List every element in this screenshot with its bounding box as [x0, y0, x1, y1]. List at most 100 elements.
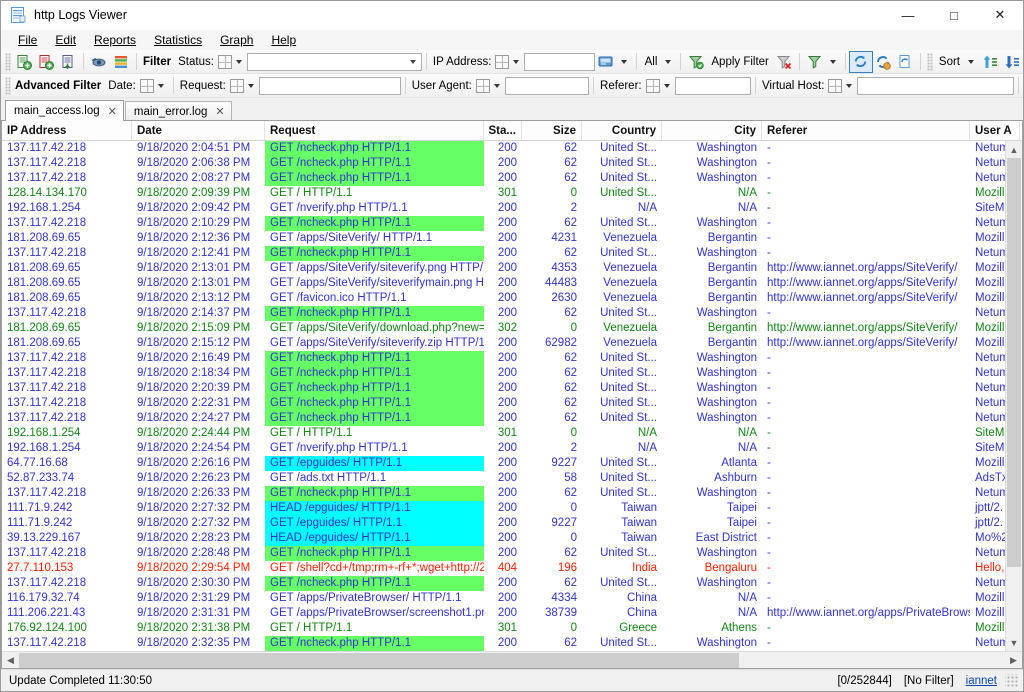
menu-reports[interactable]: Reports	[85, 31, 145, 49]
column-header-city[interactable]: City	[662, 121, 762, 140]
sort-ascending-icon[interactable]	[979, 52, 1001, 72]
request-filter-picker[interactable]	[230, 79, 259, 93]
table-row[interactable]: 181.208.69.659/18/2020 2:15:09 PMGET /ap…	[2, 321, 1022, 336]
date-filter-picker[interactable]	[140, 79, 169, 93]
sort-label[interactable]: Sort	[939, 56, 960, 68]
open-log-icon[interactable]	[13, 52, 35, 72]
filter-options-icon[interactable]	[804, 52, 826, 72]
column-header-referer[interactable]: Referer	[762, 121, 970, 140]
column-header-ip[interactable]: IP Address	[2, 121, 132, 140]
table-row[interactable]: 111.71.9.2429/18/2020 2:27:32 PMGET /epg…	[2, 516, 1022, 531]
status-filter-combo[interactable]	[247, 53, 422, 71]
scroll-down-icon[interactable]: ▼	[1006, 634, 1022, 651]
clear-filter-icon[interactable]	[773, 52, 795, 72]
maximize-button[interactable]: □	[931, 1, 977, 30]
virtual-host-filter-input[interactable]	[857, 77, 1014, 95]
table-row[interactable]: 137.117.42.2189/18/2020 2:10:29 PMGET /n…	[2, 216, 1022, 231]
auto-refresh-icon[interactable]	[872, 52, 894, 72]
table-row[interactable]: 137.117.42.2189/18/2020 2:08:27 PMGET /n…	[2, 171, 1022, 186]
table-row[interactable]: 137.117.42.2189/18/2020 2:20:39 PMGET /n…	[2, 381, 1022, 396]
table-row[interactable]: 181.208.69.659/18/2020 2:15:12 PMGET /ap…	[2, 336, 1022, 351]
status-grid-icon[interactable]	[110, 52, 132, 72]
scroll-left-icon[interactable]: ◀	[2, 652, 19, 669]
all-filter-label[interactable]: All	[645, 56, 658, 68]
column-header-country[interactable]: Country	[582, 121, 662, 140]
user-agent-filter-picker[interactable]	[476, 79, 505, 93]
tab-main-error-log[interactable]: main_error.log ✕	[125, 101, 232, 121]
table-row[interactable]: 137.117.42.2189/18/2020 2:18:34 PMGET /n…	[2, 366, 1022, 381]
table-row[interactable]: 137.117.42.2189/18/2020 2:04:51 PMGET /n…	[2, 141, 1022, 156]
ip-filter-picker[interactable]	[495, 55, 524, 69]
close-log-icon[interactable]	[35, 52, 57, 72]
table-row[interactable]: 111.206.221.439/18/2020 2:31:31 PMGET /a…	[2, 606, 1022, 621]
table-row[interactable]: 176.92.124.1009/18/2020 2:31:38 PMGET / …	[2, 621, 1022, 636]
scroll-right-icon[interactable]: ▶	[1005, 652, 1022, 669]
apply-filter-label[interactable]: Apply Filter	[711, 56, 769, 68]
table-row[interactable]: 137.117.42.2189/18/2020 2:28:48 PMGET /n…	[2, 546, 1022, 561]
table-row[interactable]: 137.117.42.2189/18/2020 2:24:27 PMGET /n…	[2, 411, 1022, 426]
close-button[interactable]: ✕	[977, 1, 1023, 30]
close-icon[interactable]: ✕	[108, 105, 117, 118]
table-row[interactable]: 181.208.69.659/18/2020 2:13:01 PMGET /ap…	[2, 276, 1022, 291]
column-header-date[interactable]: Date	[132, 121, 265, 140]
column-header-status[interactable]: Sta...	[484, 121, 522, 140]
minimize-button[interactable]: —	[885, 1, 931, 30]
chevron-down-icon[interactable]	[968, 60, 974, 64]
chevron-down-icon[interactable]	[621, 60, 627, 64]
request-filter-input[interactable]	[259, 77, 401, 95]
ip-lookup-icon[interactable]	[595, 52, 617, 72]
chevron-down-icon[interactable]	[830, 60, 836, 64]
table-row[interactable]: 137.117.42.2189/18/2020 2:06:38 PMGET /n…	[2, 156, 1022, 171]
horizontal-scroll-track[interactable]	[19, 652, 1005, 669]
save-log-icon[interactable]	[57, 52, 79, 72]
table-row[interactable]: 192.168.1.2549/18/2020 2:09:42 PMGET /nv…	[2, 201, 1022, 216]
toolbar-grip-2[interactable]	[927, 53, 933, 71]
horizontal-scroll-thumb[interactable]	[19, 653, 739, 668]
view-icon[interactable]	[88, 52, 110, 72]
scroll-up-icon[interactable]: ▲	[1006, 141, 1022, 158]
table-row[interactable]: 181.208.69.659/18/2020 2:13:12 PMGET /fa…	[2, 291, 1022, 306]
close-icon[interactable]: ✕	[215, 105, 224, 118]
menu-edit[interactable]: Edit	[46, 31, 85, 49]
table-row[interactable]: 192.168.1.2549/18/2020 2:24:54 PMGET /nv…	[2, 441, 1022, 456]
table-row[interactable]: 137.117.42.2189/18/2020 2:30:30 PMGET /n…	[2, 576, 1022, 591]
table-row[interactable]: 116.179.32.749/18/2020 2:31:29 PMGET /ap…	[2, 591, 1022, 606]
menu-statistics[interactable]: Statistics	[145, 31, 211, 49]
tab-main-access-log[interactable]: main_access.log ✕	[5, 100, 124, 121]
reload-icon[interactable]	[894, 52, 916, 72]
column-header-agent[interactable]: User A	[970, 121, 1020, 140]
status-host-link[interactable]: iannet	[960, 675, 1003, 687]
table-row[interactable]: 39.13.229.1679/18/2020 2:28:23 PMHEAD /e…	[2, 531, 1022, 546]
table-row[interactable]: 181.208.69.659/18/2020 2:12:36 PMGET /ap…	[2, 231, 1022, 246]
table-row[interactable]: 137.117.42.2189/18/2020 2:22:31 PMGET /n…	[2, 396, 1022, 411]
ip-filter-combo[interactable]	[524, 53, 594, 71]
table-row[interactable]: 128.14.134.1709/18/2020 2:09:39 PMGET / …	[2, 186, 1022, 201]
vertical-scrollbar[interactable]: ▲ ▼	[1005, 141, 1022, 651]
menu-graph[interactable]: Graph	[211, 31, 262, 49]
toolbar-grip-3[interactable]	[5, 77, 11, 95]
table-row[interactable]: 137.117.42.2189/18/2020 2:16:49 PMGET /n…	[2, 351, 1022, 366]
chevron-down-icon[interactable]	[665, 60, 671, 64]
table-row[interactable]: 111.71.9.2429/18/2020 2:27:32 PMHEAD /ep…	[2, 501, 1022, 516]
table-row[interactable]: 137.117.42.2189/18/2020 2:32:35 PMGET /n…	[2, 636, 1022, 651]
vertical-scroll-track[interactable]	[1006, 158, 1022, 634]
table-row[interactable]: 192.168.1.2549/18/2020 2:24:44 PMGET / H…	[2, 426, 1022, 441]
user-agent-filter-input[interactable]	[505, 77, 589, 95]
vertical-scroll-thumb[interactable]	[1007, 158, 1021, 567]
resize-gripper[interactable]	[1005, 674, 1019, 688]
table-row[interactable]: 137.117.42.2189/18/2020 2:12:41 PMGET /n…	[2, 246, 1022, 261]
status-filter-picker[interactable]	[218, 55, 247, 69]
referer-filter-picker[interactable]	[646, 79, 675, 93]
table-row[interactable]: 181.208.69.659/18/2020 2:13:01 PMGET /ap…	[2, 261, 1022, 276]
sort-descending-icon[interactable]	[1001, 52, 1023, 72]
menu-file[interactable]: File	[9, 31, 46, 49]
status-combo-arrow-icon[interactable]	[406, 54, 421, 70]
column-header-request[interactable]: Request	[265, 121, 484, 140]
horizontal-scrollbar[interactable]: ◀ ▶	[2, 651, 1022, 668]
apply-filter-icon[interactable]	[685, 52, 707, 72]
toolbar-grip-1[interactable]	[5, 53, 11, 71]
table-row[interactable]: 27.7.110.1539/18/2020 2:29:54 PMGET /she…	[2, 561, 1022, 576]
table-row[interactable]: 64.77.16.689/18/2020 2:26:16 PMGET /epgu…	[2, 456, 1022, 471]
table-row[interactable]: 52.87.233.749/18/2020 2:26:23 PMGET /ads…	[2, 471, 1022, 486]
table-row[interactable]: 137.117.42.2189/18/2020 2:26:33 PMGET /n…	[2, 486, 1022, 501]
